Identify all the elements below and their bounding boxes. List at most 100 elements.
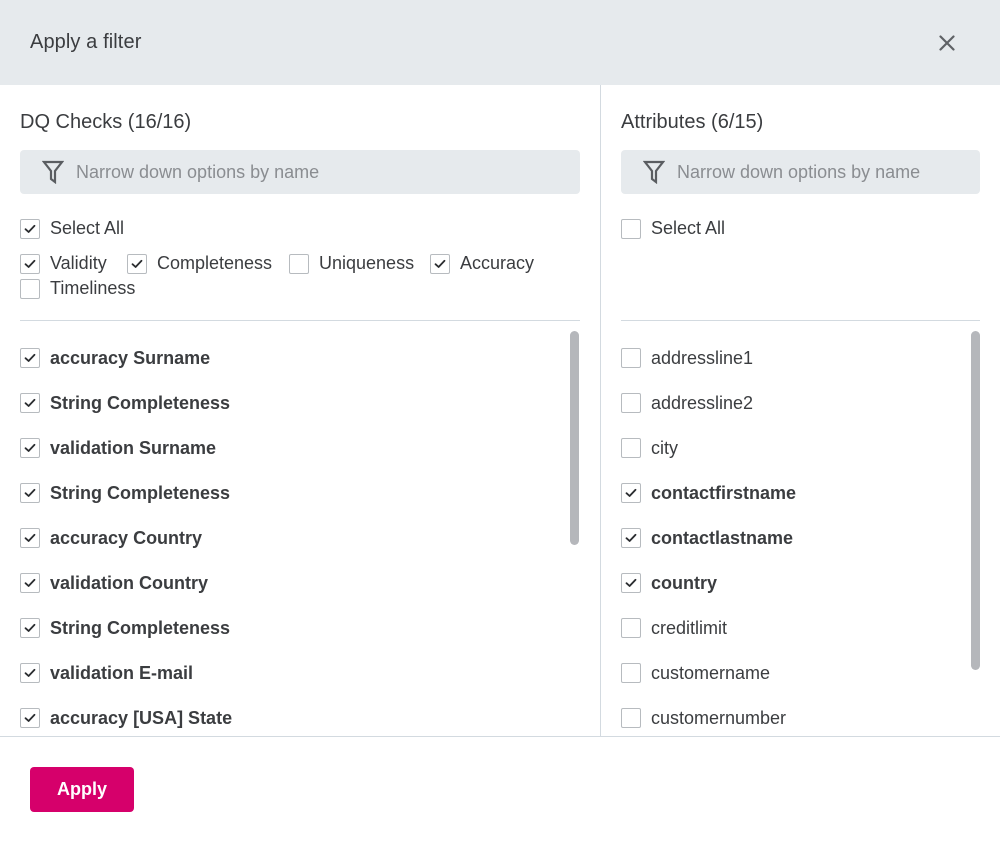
attribute-list-item[interactable]: customernumber [621, 706, 786, 730]
checkbox[interactable] [20, 348, 40, 368]
checkbox[interactable] [430, 253, 450, 274]
category-completeness[interactable]: Completeness [127, 253, 272, 274]
checkbox[interactable] [621, 438, 641, 458]
attribute-list-item[interactable]: contactlastname [621, 526, 793, 550]
dq-check-item-label: String Completeness [50, 482, 231, 503]
checkbox[interactable] [20, 663, 40, 683]
category-label: Uniqueness [319, 253, 415, 273]
dq-select-all[interactable]: Select All [20, 218, 124, 239]
filter-icon [643, 160, 665, 184]
attributes-search[interactable] [621, 150, 980, 194]
checkbox[interactable] [621, 393, 641, 413]
dq-check-list-item[interactable]: accuracy Country [20, 526, 202, 550]
checkbox[interactable] [127, 253, 147, 274]
dq-check-item-label: validation Surname [50, 437, 217, 458]
close-icon [939, 35, 955, 51]
check-icon [24, 259, 36, 269]
category-uniqueness[interactable]: Uniqueness [289, 253, 414, 274]
dq-checks-search-input[interactable] [76, 161, 580, 183]
dq-check-list-item[interactable]: accuracy [USA] State [20, 706, 232, 730]
checkbox[interactable] [20, 253, 40, 274]
attribute-list-item[interactable]: addressline2 [621, 391, 753, 415]
attribute-item-label: creditlimit [651, 617, 728, 638]
checkbox[interactable] [621, 573, 641, 593]
attribute-item-label: customernumber [651, 707, 787, 728]
dq-check-item-label: String Completeness [50, 392, 231, 413]
dq-check-item-label: validation E-mail [50, 662, 194, 683]
checkbox[interactable] [621, 348, 641, 368]
dq-check-item-label: accuracy Surname [50, 347, 211, 368]
check-icon [625, 488, 637, 498]
category-validity[interactable]: Validity [20, 253, 107, 274]
dq-checks-search[interactable] [20, 150, 580, 194]
checkbox[interactable] [20, 708, 40, 728]
dq-check-list-item[interactable]: validation Country [20, 571, 208, 595]
dq-check-list-item[interactable]: String Completeness [20, 481, 230, 505]
dq-checks-panel: DQ Checks (16/16) Select All Validity Co… [0, 85, 600, 736]
attributes-select-all[interactable]: Select All [621, 218, 725, 239]
dq-check-list-item[interactable]: accuracy Surname [20, 346, 210, 370]
attributes-search-input[interactable] [677, 161, 980, 183]
checkbox[interactable] [621, 483, 641, 503]
check-icon [131, 259, 143, 269]
checkbox[interactable] [20, 278, 40, 299]
checkbox[interactable] [20, 573, 40, 593]
checkbox[interactable] [621, 708, 641, 728]
dialog-title: Apply a filter [30, 31, 142, 53]
attribute-list-item[interactable]: city [621, 436, 678, 460]
check-icon [24, 443, 36, 453]
check-icon [24, 398, 36, 408]
select-all-label: Select All [50, 218, 125, 238]
dq-check-list-item[interactable]: String Completeness [20, 616, 230, 640]
check-icon [24, 623, 36, 633]
dq-check-list-item[interactable]: validation Surname [20, 436, 216, 460]
attribute-item-label: contactlastname [651, 527, 794, 548]
check-icon [24, 713, 36, 723]
check-icon [24, 578, 36, 588]
attribute-list-item[interactable]: addressline1 [621, 346, 753, 370]
checkbox[interactable] [621, 663, 641, 683]
dialog-header: Apply a filter [0, 0, 1000, 85]
category-timeliness[interactable]: Timeliness [20, 278, 135, 299]
checkbox[interactable] [20, 218, 40, 239]
apply-button[interactable]: Apply [30, 767, 134, 812]
attributes-panel: Attributes (6/15) Select All addressline… [601, 85, 1000, 736]
attribute-item-label: city [651, 437, 678, 458]
checkbox[interactable] [289, 253, 309, 274]
dq-checks-title: DQ Checks (16/16) [20, 111, 192, 133]
attribute-list-item[interactable]: creditlimit [621, 616, 727, 640]
checkbox[interactable] [20, 528, 40, 548]
dq-check-item-label: accuracy [USA] State [50, 707, 233, 728]
dq-checks-list: accuracy Surname String Completeness valid… [20, 321, 560, 736]
attribute-list-item[interactable]: contactfirstname [621, 481, 796, 505]
checkbox[interactable] [20, 393, 40, 413]
category-label: Timeliness [50, 278, 136, 298]
checkbox[interactable] [621, 618, 641, 638]
check-icon [24, 353, 36, 363]
dq-check-item-label: accuracy Country [50, 527, 203, 548]
checkbox[interactable] [621, 218, 641, 239]
check-icon [625, 578, 637, 588]
attributes-list: addressline1 addressline2 city contactfirst… [621, 321, 961, 736]
category-accuracy[interactable]: Accuracy [430, 253, 534, 274]
attributes-scrollbar[interactable] [971, 331, 980, 670]
attribute-item-label: country [651, 572, 718, 593]
check-icon [24, 488, 36, 498]
filter-icon [42, 160, 64, 184]
check-icon [625, 533, 637, 543]
dq-check-list-item[interactable]: validation E-mail [20, 661, 193, 685]
select-all-label: Select All [651, 218, 726, 238]
checkbox[interactable] [20, 438, 40, 458]
close-button[interactable] [934, 30, 960, 56]
attribute-list-item[interactable]: country [621, 571, 717, 595]
checkbox[interactable] [621, 528, 641, 548]
attribute-list-item[interactable]: customername [621, 661, 770, 685]
dq-checks-scrollbar[interactable] [570, 331, 579, 545]
dq-check-list-item[interactable]: String Completeness [20, 391, 230, 415]
checkbox[interactable] [20, 483, 40, 503]
attributes-title: Attributes (6/15) [621, 111, 764, 133]
category-label: Completeness [157, 253, 273, 273]
checkbox[interactable] [20, 618, 40, 638]
attribute-item-label: contactfirstname [651, 482, 797, 503]
check-icon [24, 533, 36, 543]
